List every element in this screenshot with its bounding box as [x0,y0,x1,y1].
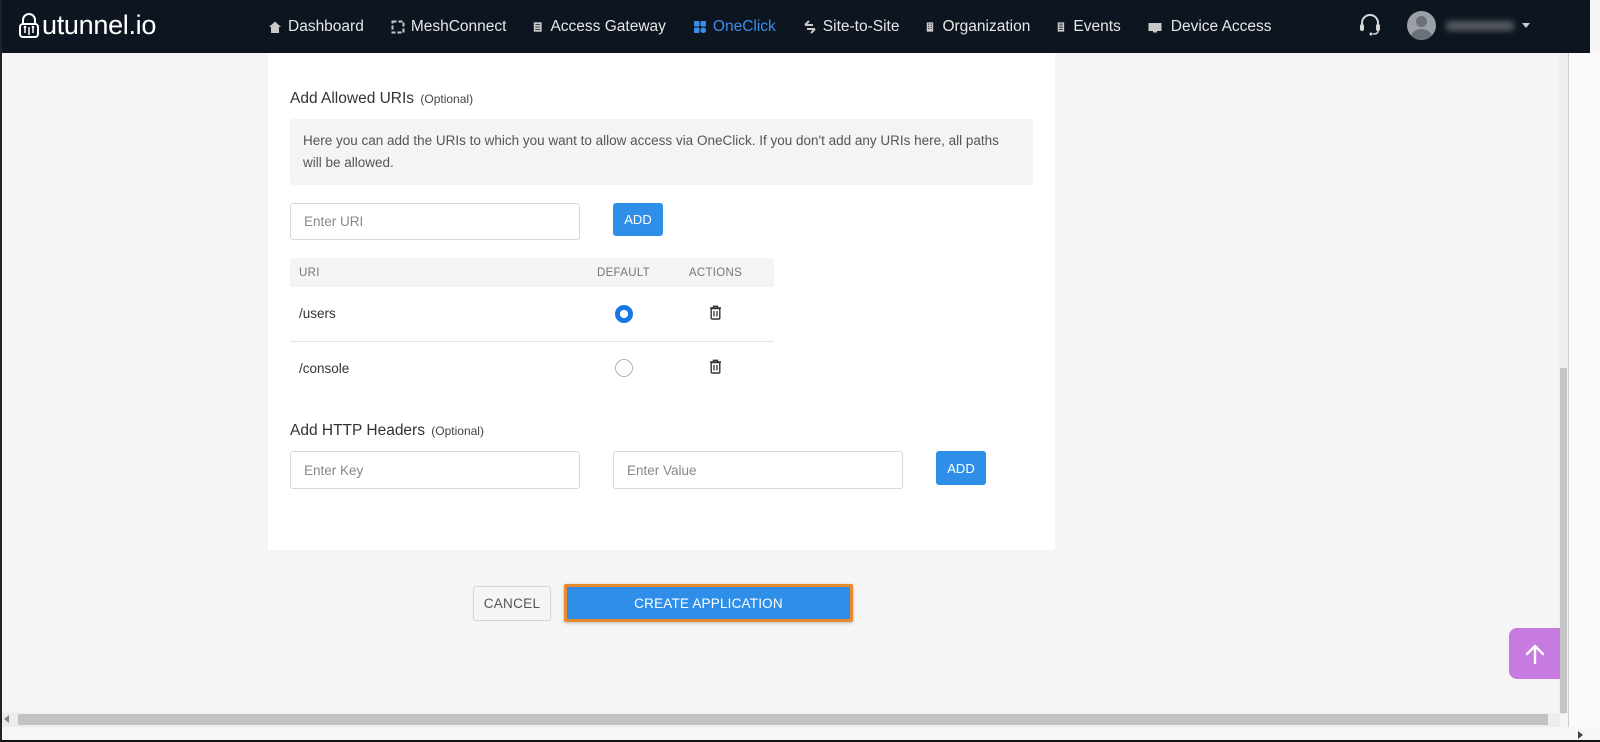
trash-icon [710,305,721,320]
user-name: (blurred) [1446,20,1514,31]
header-value-input[interactable] [613,451,903,489]
nav-item-site-to-site[interactable]: Site-to-Site [803,17,900,36]
allowed-uris-heading: Add Allowed URIs (Optional) [290,90,473,108]
default-radio[interactable] [614,304,633,323]
table-header-row: URI DEFAULT ACTIONS [290,258,774,287]
column-header-actions: ACTIONS [657,258,774,287]
caret-down-icon [1522,23,1530,28]
trash-icon [710,359,721,374]
nav-label: MeshConnect [410,17,507,35]
nav-label: Events [1073,17,1121,35]
nav-item-oneclick[interactable]: OneClick [693,18,776,36]
table-row: /console [290,341,774,395]
scroll-left-arrow-icon[interactable] [4,715,9,723]
optional-label: (Optional) [431,424,484,438]
headset-icon [1360,14,1380,36]
nav-label: Organization [942,17,1031,35]
top-navbar: utunnel.io Dashboard MeshConnect Access … [0,0,1590,53]
uri-table: URI DEFAULT ACTIONS /users /console [290,258,774,395]
nav-label: Site-to-Site [822,17,900,35]
delete-button[interactable] [709,305,722,323]
nav-label: Device Access [1170,17,1272,35]
actions-cell [657,287,774,342]
uri-cell: /users [290,287,590,342]
nav-label: Access Gateway [550,17,666,35]
section-title-text: Add Allowed URIs [290,90,415,107]
user-avatar-icon [1407,11,1436,40]
default-cell [590,341,657,395]
column-header-uri: URI [290,258,590,287]
nav-item-device-access[interactable]: Device Access [1148,18,1272,36]
main-nav: Dashboard MeshConnect Access Gateway One… [268,0,1299,53]
logo-text: utunnel.io [42,10,157,40]
horizontal-scrollbar-thumb[interactable] [18,714,1548,725]
uri-cell: /console [299,360,350,376]
building-icon [927,21,934,32]
arrows-exchange-icon [804,19,816,34]
add-uri-button[interactable]: ADD [613,203,663,236]
arrow-up-icon [1525,644,1544,664]
default-cell [590,287,657,342]
http-headers-heading: Add HTTP Headers (Optional) [290,422,484,440]
uri-input[interactable] [290,203,580,240]
table-row: /users [290,287,774,342]
bottom-edge [0,727,1600,742]
monitor-icon [1148,22,1162,32]
document-icon [1058,21,1065,32]
scroll-right-arrow-icon[interactable] [1578,731,1583,739]
nav-item-dashboard[interactable]: Dashboard [268,18,364,36]
support-button[interactable] [1359,13,1381,42]
mesh-icon [391,20,405,33]
home-icon [269,21,281,33]
create-application-button[interactable]: CREATE APPLICATION [564,584,853,622]
default-radio[interactable] [614,359,633,378]
logo[interactable]: utunnel.io [18,10,156,41]
optional-label: (Optional) [420,92,474,106]
grid-icon [693,20,706,33]
nav-item-organization[interactable]: Organization [926,18,1030,36]
padlock-circuit-icon [19,12,39,38]
window-edge [1568,53,1600,742]
gateway-icon [534,21,543,32]
cancel-button[interactable]: CANCEL [473,586,551,621]
column-header-default: DEFAULT [590,258,657,287]
actions-cell [657,341,774,395]
nav-label: OneClick [712,17,776,35]
nav-label: Dashboard [288,17,364,35]
nav-item-access-gateway[interactable]: Access Gateway [533,17,666,36]
application-form-card: Add Allowed URIs (Optional) Here you can… [268,53,1055,550]
section-title-text: Add HTTP Headers [290,422,425,439]
nav-item-meshconnect[interactable]: MeshConnect [391,17,507,36]
allowed-uris-info: Here you can add the URIs to which you w… [290,119,1033,185]
vertical-scrollbar-thumb[interactable] [1560,368,1567,713]
delete-button[interactable] [709,359,722,377]
add-header-button[interactable]: ADD [936,451,986,485]
header-key-input[interactable] [290,451,580,489]
nav-item-events[interactable]: Events [1057,17,1121,36]
back-to-top-button[interactable] [1509,628,1560,679]
user-menu[interactable]: (blurred) [1407,11,1530,40]
